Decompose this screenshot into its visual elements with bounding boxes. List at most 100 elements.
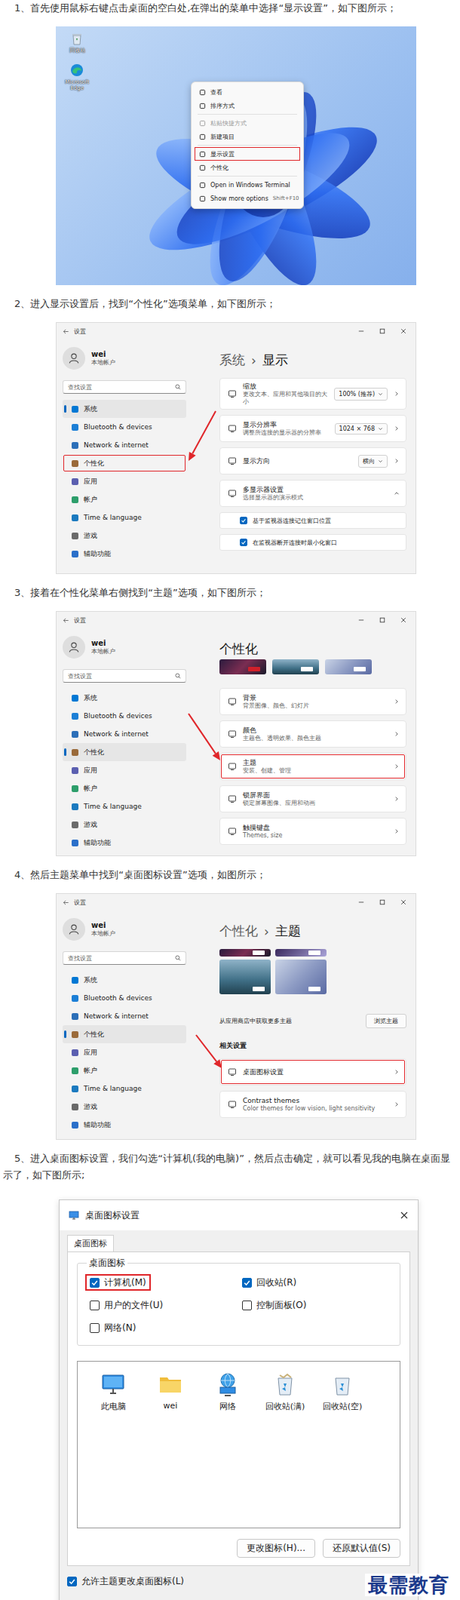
chevron-icon[interactable] — [393, 490, 400, 497]
nav-item[interactable]: Time & language — [62, 797, 187, 816]
theme-thumbnail[interactable] — [325, 659, 372, 675]
desktop-shortcut[interactable]: 回收站 — [58, 30, 96, 54]
search-field[interactable]: 查找设置 — [62, 950, 187, 965]
icon-item[interactable]: wei — [145, 1370, 196, 1411]
icon-item[interactable]: 网络 — [202, 1370, 253, 1412]
settings-card[interactable]: 颜色主题色、透明效果、颜色主题 — [219, 720, 407, 748]
settings-card[interactable]: 显示分辨率调整所连接的显示器的分辨率1024 × 768 — [219, 414, 407, 442]
dialog-button[interactable]: 更改图标(H)... — [236, 1538, 316, 1558]
nav-item[interactable]: 帐户 — [62, 490, 187, 509]
back-arrow-icon[interactable] — [62, 328, 70, 335]
icon-item[interactable]: 回收站(满) — [260, 1370, 310, 1412]
checkbox-row[interactable]: 基于监视器连接记住窗口位置 — [219, 512, 407, 529]
checkbox[interactable] — [242, 1300, 252, 1310]
menu-item[interactable]: Open in Windows Terminal — [194, 177, 301, 192]
back-arrow-icon[interactable] — [62, 898, 70, 906]
dropdown[interactable]: 1024 × 768 — [334, 423, 388, 435]
nav-item[interactable]: 个性化 — [62, 742, 187, 761]
nav-item[interactable]: 系统 — [62, 399, 187, 418]
nav-item[interactable]: 系统 — [62, 688, 187, 707]
menu-item[interactable]: 个性化 — [194, 160, 301, 175]
dropdown[interactable]: 100% (推荐) — [334, 387, 388, 401]
nav-item[interactable]: 应用 — [62, 472, 187, 491]
settings-card[interactable]: 锁屏界面锁定屏幕图像、应用和动画 — [219, 785, 407, 813]
minimize-icon[interactable] — [358, 328, 365, 335]
nav-item[interactable]: 辅助功能 — [62, 833, 187, 852]
user-profile[interactable]: wei本地帐户 — [62, 917, 187, 941]
theme-thumbnail[interactable] — [275, 948, 327, 957]
nav-item[interactable]: 个性化 — [62, 1024, 187, 1043]
checkbox[interactable] — [242, 1277, 252, 1288]
desktop-shortcut[interactable]: Microsoft Edge — [58, 62, 96, 92]
search-field[interactable]: 查找设置 — [62, 668, 187, 683]
menu-item[interactable]: 显示设置 — [194, 147, 301, 161]
checkbox-row[interactable]: 在监视器断开连接时最小化窗口 — [219, 533, 407, 551]
menu-item[interactable]: 查看 — [194, 85, 301, 99]
nav-item[interactable]: 游戏 — [62, 526, 187, 545]
checkbox[interactable] — [239, 516, 248, 525]
settings-card[interactable]: 显示方向横向 — [219, 447, 407, 475]
settings-card[interactable]: 触摸键盘Themes, size — [219, 817, 407, 845]
checkbox[interactable] — [89, 1277, 100, 1288]
footer-checkbox-row[interactable]: 允许主题更改桌面图标(L) — [67, 1574, 411, 1588]
user-profile[interactable]: wei本地帐户 — [62, 635, 187, 659]
dialog-button[interactable]: 还原默认值(S) — [322, 1538, 401, 1558]
user-profile[interactable]: wei本地帐户 — [62, 346, 187, 370]
theme-thumbnail[interactable] — [272, 659, 319, 675]
settings-card[interactable]: Contrast themesColor themes for low visi… — [219, 1090, 407, 1118]
menu-item[interactable]: 新建项目 — [194, 129, 301, 144]
nav-item[interactable]: Bluetooth & devices — [62, 988, 187, 1007]
settings-card[interactable]: 多显示器设置选择显示器的演示模式 — [219, 479, 407, 507]
nav-item[interactable]: 应用 — [62, 760, 187, 779]
checkbox-row[interactable]: 用户的文件(U) — [86, 1297, 166, 1312]
icon-item[interactable]: 回收站(空) — [317, 1370, 368, 1412]
close-icon[interactable] — [400, 616, 407, 623]
maximize-icon[interactable] — [379, 898, 386, 905]
theme-thumbnail[interactable] — [275, 959, 327, 994]
checkbox[interactable] — [67, 1576, 77, 1586]
checkbox-row[interactable]: 计算机(M) — [86, 1275, 150, 1289]
nav-item[interactable]: Bluetooth & devices — [62, 417, 187, 436]
nav-item[interactable]: 帐户 — [62, 778, 187, 798]
dropdown[interactable]: 横向 — [358, 454, 388, 468]
nav-item[interactable]: 系统 — [62, 970, 187, 989]
checkbox[interactable] — [239, 538, 248, 546]
nav-item[interactable]: 个性化 — [62, 453, 187, 473]
nav-item[interactable]: Time & language — [62, 1079, 187, 1098]
search-field[interactable]: 查找设置 — [62, 380, 187, 394]
theme-thumbnail[interactable] — [219, 948, 271, 957]
checkbox[interactable] — [89, 1300, 100, 1310]
checkbox[interactable] — [89, 1322, 100, 1333]
nav-item[interactable]: 游戏 — [62, 1097, 187, 1116]
checkbox-row[interactable]: 回收站(R) — [239, 1275, 301, 1289]
nav-item[interactable]: Bluetooth & devices — [62, 706, 187, 725]
nav-item[interactable]: Network & internet — [62, 1006, 187, 1025]
theme-thumbnail[interactable] — [219, 659, 267, 675]
nav-item[interactable]: 游戏 — [62, 815, 187, 834]
maximize-icon[interactable] — [379, 328, 386, 335]
settings-card[interactable]: 桌面图标设置 — [219, 1058, 407, 1086]
nav-item[interactable]: Network & internet — [62, 435, 187, 454]
minimize-icon[interactable] — [358, 898, 365, 905]
nav-item[interactable]: 辅助功能 — [62, 1115, 187, 1134]
close-icon[interactable] — [400, 898, 407, 905]
maximize-icon[interactable] — [379, 616, 386, 623]
browse-themes-button[interactable]: 浏览主题 — [365, 1013, 407, 1028]
menu-item[interactable]: Show more optionsShift+F10 — [194, 191, 301, 206]
back-arrow-icon[interactable] — [62, 616, 70, 624]
menu-item[interactable]: 粘贴快捷方式 — [194, 116, 301, 130]
icon-item[interactable]: 此电脑 — [88, 1370, 138, 1412]
settings-card[interactable]: 背景背景图像、颜色、幻灯片 — [219, 687, 407, 715]
menu-item[interactable]: 排序方式 — [194, 98, 301, 113]
nav-item[interactable]: 应用 — [62, 1042, 187, 1062]
nav-item[interactable]: Time & language — [62, 508, 187, 527]
close-icon[interactable] — [400, 328, 407, 335]
theme-thumbnail[interactable] — [219, 959, 271, 994]
settings-card[interactable]: 缩放更改文本、应用和其他项目的大小100% (推荐) — [219, 377, 407, 410]
checkbox-row[interactable]: 控制面板(O) — [239, 1297, 310, 1312]
nav-item[interactable]: 辅助功能 — [62, 544, 187, 563]
minimize-icon[interactable] — [358, 616, 365, 623]
tab[interactable]: 桌面图标 — [67, 1234, 114, 1252]
checkbox-row[interactable]: 网络(N) — [86, 1320, 139, 1334]
nav-item[interactable]: Network & internet — [62, 724, 187, 743]
